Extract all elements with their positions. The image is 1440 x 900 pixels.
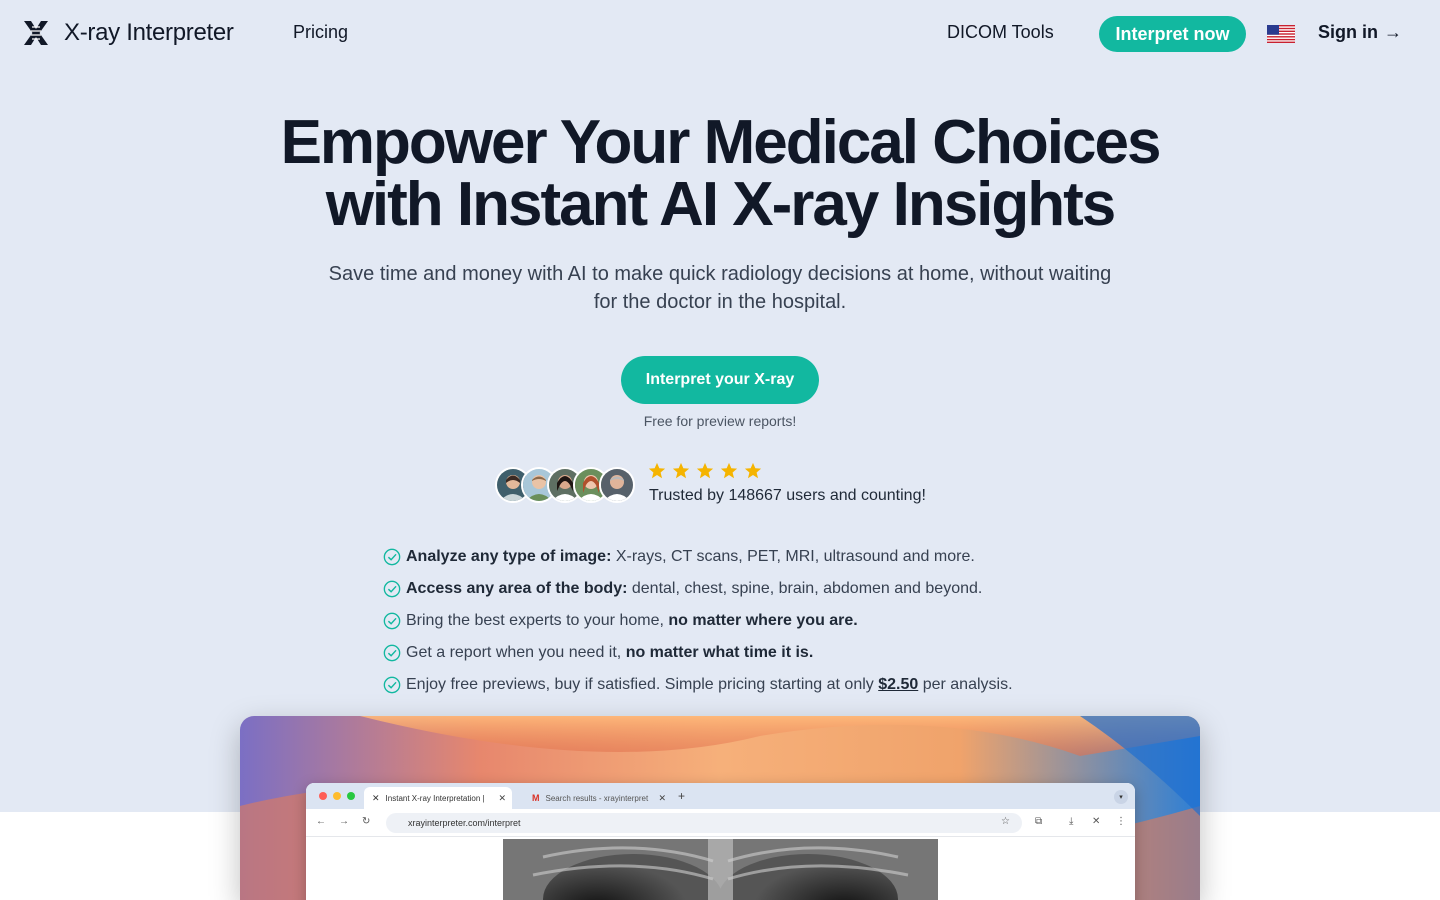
feature-bold: Analyze any type of image: [406, 548, 612, 565]
close-dot-icon [319, 792, 327, 800]
feature-text: Enjoy free previews, buy if satisfied. S… [406, 676, 879, 693]
trusted-users-text: Trusted by 148667 users and counting! [649, 487, 926, 504]
address-bar: xrayinterpreter.com/interpret [386, 813, 1022, 833]
interpret-xray-button[interactable]: Interpret your X-ray [621, 356, 819, 404]
close-icon: ✕ [498, 792, 506, 803]
star-icon [672, 462, 690, 479]
xray-logo-icon [24, 21, 48, 45]
forward-icon: → [339, 816, 349, 827]
chevron-down-icon: ▾ [1114, 790, 1128, 804]
feature-text: X-rays, CT scans, PET, MRI, ultrasound a… [611, 548, 975, 565]
tab-title: Instant X-ray Interpretation | [385, 793, 485, 803]
feature-list: Analyze any type of image: X-rays, CT sc… [383, 541, 1013, 701]
feature-text-end: per analysis. [918, 676, 1013, 693]
feature-bold: no matter where you are. [668, 612, 858, 629]
top-nav: X-ray Interpreter Pricing DICOM Tools In… [0, 0, 1440, 68]
browser-tab-active: ✕ Instant X-ray Interpretation | ✕ [364, 787, 512, 809]
rating-stars [648, 462, 762, 480]
free-preview-note: Free for preview reports! [643, 413, 797, 429]
star-icon [720, 462, 738, 479]
list-item: Enjoy free previews, buy if satisfied. S… [383, 669, 1013, 701]
chest-xray-image [503, 839, 938, 900]
list-item: Bring the best experts to your home, no … [383, 605, 1013, 637]
browser-tab: M Search results - xrayinterpret ✕ [524, 787, 672, 809]
nav-dicom-tools-link[interactable]: DICOM Tools [947, 22, 1054, 43]
feature-text: dental, chest, spine, brain, abdomen and… [627, 580, 983, 597]
sign-in-label: Sign in [1318, 22, 1378, 42]
minimize-dot-icon [333, 792, 341, 800]
sign-in-link[interactable]: Sign in → [1318, 22, 1402, 43]
check-circle-icon [383, 644, 401, 662]
check-circle-icon [383, 548, 401, 566]
xray-favicon-icon: ✕ [372, 792, 380, 803]
list-item: Analyze any type of image: X-rays, CT sc… [383, 541, 1013, 573]
star-icon [648, 462, 666, 479]
check-circle-icon [383, 612, 401, 630]
check-circle-icon [383, 676, 401, 694]
close-icon: ✕ [658, 792, 666, 803]
reload-icon: ↻ [362, 816, 371, 827]
url-text: xrayinterpreter.com/interpret [408, 818, 521, 828]
feature-text: Get a report when you need it, [406, 644, 626, 661]
feature-bold: Access any area of the body: [406, 580, 628, 597]
star-icon [744, 462, 762, 479]
brand-name: X-ray Interpreter [64, 19, 234, 46]
list-item: Get a report when you need it, no matter… [383, 637, 1013, 669]
new-tab-icon: + [678, 789, 686, 803]
extension-xray-icon: ✕ [1092, 816, 1101, 827]
check-circle-icon [383, 580, 401, 598]
user-avatars [495, 467, 637, 503]
hero-headline: Empower Your Medical Choices with Instan… [0, 112, 1440, 236]
headline-line-1: Empower Your Medical Choices [280, 108, 1162, 177]
nav-pricing-link[interactable]: Pricing [293, 22, 348, 43]
browser-tab-bar: ✕ Instant X-ray Interpretation | ✕ M Sea… [306, 783, 1135, 809]
download-icon: ⤓ [1069, 816, 1074, 827]
maximize-dot-icon [347, 792, 355, 800]
product-screenshot: ✕ Instant X-ray Interpretation | ✕ M Sea… [240, 716, 1200, 900]
extensions-icon: ⧉ [1035, 816, 1043, 827]
interpret-now-button[interactable]: Interpret now [1099, 16, 1246, 52]
browser-toolbar: ← → ↻ xrayinterpreter.com/interpret ☆ ⧉ … [306, 809, 1135, 837]
feature-text: Bring the best experts to your home, [406, 612, 669, 629]
feature-bold: no matter what time it is. [625, 644, 814, 661]
brand-logo-link[interactable]: X-ray Interpreter [22, 19, 234, 47]
browser-window: ✕ Instant X-ray Interpretation | ✕ M Sea… [306, 783, 1135, 900]
list-item: Access any area of the body: dental, che… [383, 573, 1013, 605]
us-flag-icon[interactable] [1267, 25, 1295, 43]
avatar [599, 467, 635, 503]
back-icon: ← [316, 816, 326, 827]
headline-line-2: with Instant AI X-ray Insights [325, 170, 1117, 239]
pricing-link[interactable]: $2.50 [878, 676, 918, 693]
menu-dots-icon: ⋮ [1116, 816, 1126, 827]
arrow-right-icon: → [1384, 22, 1402, 42]
gmail-favicon-icon: M [532, 793, 540, 803]
bookmark-star-icon: ☆ [1001, 816, 1010, 827]
star-icon [696, 462, 714, 479]
tab-title: Search results - xrayinterpret [545, 793, 649, 803]
hero-subheading: Save time and money with AI to make quic… [328, 263, 1112, 313]
